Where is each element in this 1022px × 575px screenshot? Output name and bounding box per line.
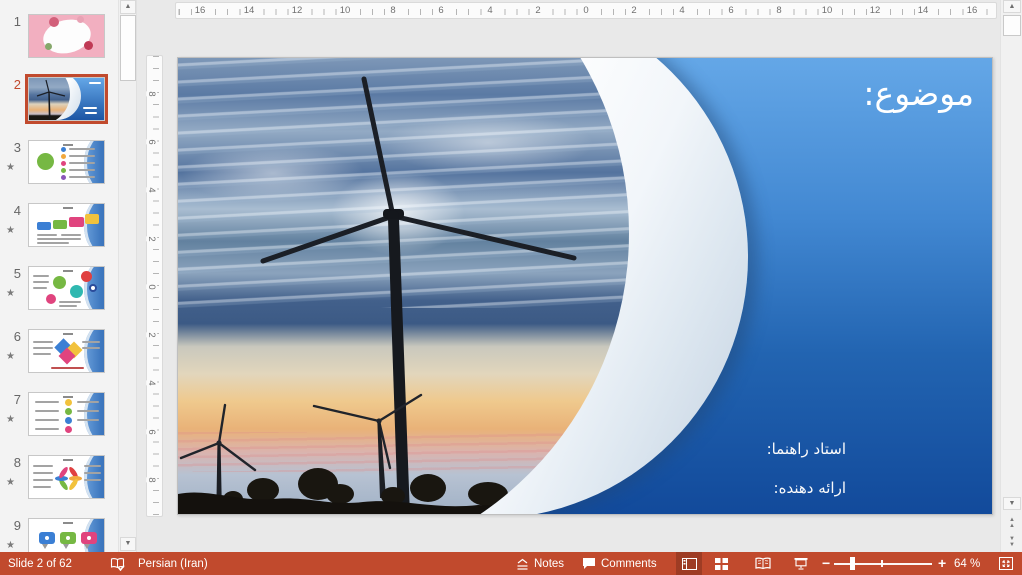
slide-credits-textbox[interactable]: استاد راهنما: ارائه دهنده: xyxy=(767,440,846,515)
thumbnail-panel-scrollbar[interactable]: ▲ ▼ xyxy=(119,0,137,552)
slide-3-preview xyxy=(28,140,105,184)
slide-counter[interactable]: Slide 2 of 62 xyxy=(4,552,76,575)
slide-sorter-view-button[interactable] xyxy=(708,552,734,575)
slide-5-preview xyxy=(28,266,105,310)
animation-star-icon xyxy=(6,162,15,173)
slide-number: 2 xyxy=(4,77,21,92)
thumbnail-scrollbar-thumb[interactable] xyxy=(120,15,136,81)
thumbnail-scroll-up-icon[interactable]: ▲ xyxy=(120,0,136,14)
slide-thumbnail-5[interactable]: 5 xyxy=(0,266,119,316)
slide-number: 7 xyxy=(4,392,21,407)
slide-number: 6 xyxy=(4,329,21,344)
slide-4-preview xyxy=(28,203,105,247)
slide-number: 4 xyxy=(4,203,21,218)
language-status[interactable]: Persian (Iran) xyxy=(134,552,212,575)
horizontal-ruler: 16 14 12 10 8 6 4 2 0 2 4 6 8 10 12 14 1… xyxy=(175,2,997,19)
comments-button[interactable]: Comments xyxy=(578,552,661,575)
slide-canvas[interactable]: موضوع: استاد راهنما: ارائه دهنده: xyxy=(177,57,993,515)
mini-turbine xyxy=(29,78,72,120)
zoom-out-button[interactable]: − xyxy=(818,552,834,575)
normal-view-icon xyxy=(682,558,697,570)
comments-icon xyxy=(582,557,596,570)
slide-sorter-icon xyxy=(715,558,728,570)
slide-number: 5 xyxy=(4,266,21,281)
notes-icon xyxy=(516,558,529,570)
zoom-level[interactable]: 64 % xyxy=(950,552,984,575)
slide-title-textbox[interactable]: موضوع: xyxy=(863,74,974,113)
fit-to-window-icon xyxy=(999,557,1013,570)
normal-view-button[interactable] xyxy=(676,552,702,575)
slide-thumbnail-8[interactable]: 8 xyxy=(0,455,119,505)
status-bar: Slide 2 of 62 Persian (Iran) Notes Comme… xyxy=(0,552,1022,575)
slide-thumbnail-3[interactable]: 3 xyxy=(0,140,119,190)
slide-8-preview xyxy=(28,455,105,499)
scroll-down-icon[interactable]: ▼ xyxy=(1003,497,1021,510)
zoom-in-button[interactable]: + xyxy=(934,552,950,575)
zoom-slider-thumb[interactable] xyxy=(850,557,855,570)
slide-7-preview xyxy=(28,392,105,436)
slide-thumbnail-9[interactable]: 9 xyxy=(0,518,119,552)
previous-slide-button[interactable]: ▲▲ xyxy=(1003,515,1021,530)
reading-view-button[interactable] xyxy=(750,552,776,575)
zoom-slider-center-tick xyxy=(881,560,883,567)
vertical-ruler: 8 6 4 2 0 2 4 6 8 xyxy=(146,55,163,517)
zoom-slider-track[interactable] xyxy=(834,563,932,565)
slide-thumbnail-4[interactable]: 4 xyxy=(0,203,119,253)
next-slide-button[interactable]: ▼▼ xyxy=(1003,534,1021,549)
main-scrollbar-thumb[interactable] xyxy=(1003,15,1021,36)
spellcheck-book-icon xyxy=(110,557,125,571)
slide-9-preview xyxy=(28,518,105,552)
slide-number: 8 xyxy=(4,455,21,470)
animation-star-icon xyxy=(6,225,15,236)
supervisor-line: استاد راهنما: xyxy=(767,440,846,458)
slide-number: 9 xyxy=(4,518,21,533)
slideshow-icon xyxy=(794,557,808,570)
spellcheck-button[interactable] xyxy=(106,552,129,575)
slide-2-preview xyxy=(28,77,105,121)
slideshow-view-button[interactable] xyxy=(788,552,814,575)
slide-1-preview xyxy=(28,14,105,58)
reading-view-icon xyxy=(755,557,771,570)
fit-to-window-button[interactable] xyxy=(992,552,1020,575)
scroll-up-icon[interactable]: ▲ xyxy=(1003,0,1021,13)
slide-number: 1 xyxy=(4,14,21,29)
notes-button[interactable]: Notes xyxy=(512,552,568,575)
thumbnail-scroll-down-icon[interactable]: ▼ xyxy=(120,537,136,551)
animation-star-icon xyxy=(6,477,15,488)
main-scrollbar[interactable]: ▲ ▼ ▲▲ ▼▼ xyxy=(1000,0,1022,552)
slide-thumbnail-7[interactable]: 7 xyxy=(0,392,119,442)
animation-star-icon xyxy=(6,351,15,362)
animation-star-icon xyxy=(6,540,15,551)
animation-star-icon xyxy=(6,414,15,425)
presenter-line: ارائه دهنده: xyxy=(767,479,846,497)
slide-6-preview xyxy=(28,329,105,373)
animation-star-icon xyxy=(6,288,15,299)
slide-thumbnail-2-selected[interactable]: 2 xyxy=(0,77,119,127)
slide-thumbnail-panel: 1 2 3 xyxy=(0,0,119,552)
slide-thumbnail-1[interactable]: 1 xyxy=(0,14,119,64)
slide-number: 3 xyxy=(4,140,21,155)
slide-thumbnail-6[interactable]: 6 xyxy=(0,329,119,379)
